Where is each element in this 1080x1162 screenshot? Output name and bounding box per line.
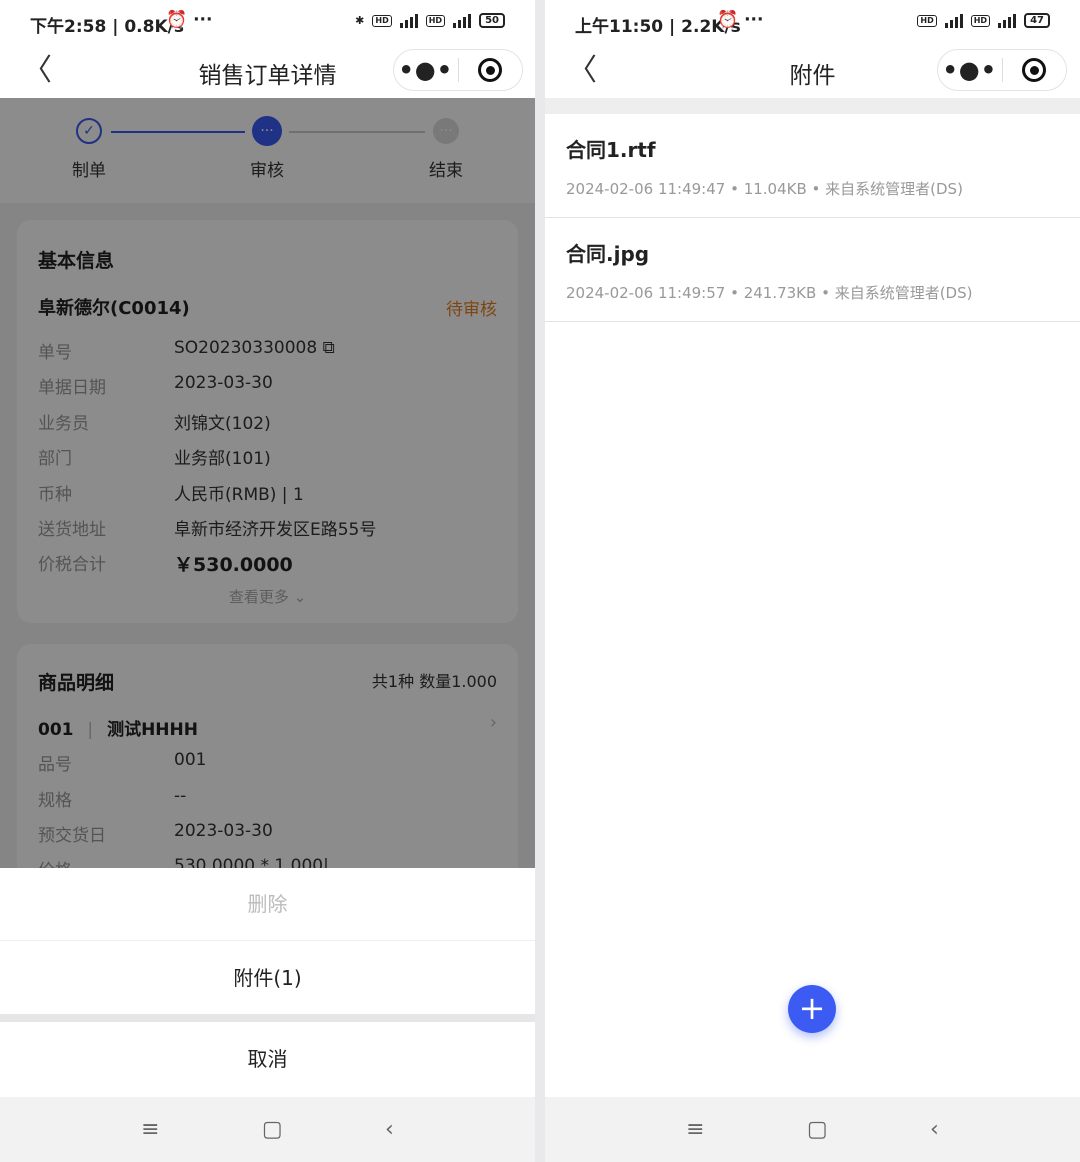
more-icon[interactable]: •●• [394,58,458,82]
attachment-meta: 2024-02-06 11:49:57 • 241.73KB • 来自系统管理者… [566,284,973,302]
signal-icon [399,13,418,28]
nav-bar: 〈 销售订单详情 •●• [0,46,535,98]
bluetooth-icon: ✱ [355,14,365,27]
alarm-icon: ⏰ ··· [166,10,213,30]
more-icon[interactable]: •●• [938,58,1002,82]
attachment-name: 合同.jpg [566,242,650,266]
delete-button[interactable]: 删除 [0,868,535,941]
cancel-button[interactable]: 取消 [0,1022,535,1097]
miniprogram-capsule: •●• [937,49,1067,91]
alarm-icon: ⏰ ··· [717,10,764,30]
status-bar: 下午2:58 | 0.8K/s ⏰ ··· ✱ HD HD 50 [0,0,535,46]
attachment-name: 合同1.rtf [566,138,656,162]
attachment-button[interactable]: 附件(1) [0,942,535,1014]
target-icon [1022,58,1047,82]
hd-icon: HD [917,14,937,27]
add-attachment-button[interactable]: + [788,985,836,1033]
modal-backdrop[interactable] [0,98,535,868]
close-miniprogram-button[interactable] [459,58,523,82]
home-icon[interactable]: ▢ [807,1117,828,1142]
action-sheet: 删除 附件(1) 取消 [0,868,535,1097]
sales-order-detail-screen: 下午2:58 | 0.8K/s ⏰ ··· ✱ HD HD 50 〈 销售订单详… [0,0,535,1162]
attachment-item[interactable]: 合同1.rtf 2024-02-06 11:49:47 • 11.04KB • … [545,114,1080,218]
system-nav-bar: ≡ ▢ ‹ [545,1097,1080,1162]
back-nav-icon[interactable]: ‹ [930,1117,939,1142]
nav-bar: 〈 附件 •●• [545,46,1080,98]
signal-icon [453,13,472,28]
status-time: 下午2:58 | 0.8K/s [30,17,184,37]
back-nav-icon[interactable]: ‹ [385,1117,394,1142]
battery-icon: 47 [1024,13,1050,28]
home-icon[interactable]: ▢ [262,1117,283,1142]
attachment-item[interactable]: 合同.jpg 2024-02-06 11:49:57 • 241.73KB • … [545,218,1080,322]
status-bar: 上午11:50 | 2.2K/s ⏰ ··· HD HD 47 [545,0,1080,46]
target-icon [478,58,503,82]
battery-icon: 50 [479,13,505,28]
status-time: 上午11:50 | 2.2K/s [575,17,741,37]
attachment-meta: 2024-02-06 11:49:47 • 11.04KB • 来自系统管理者(… [566,180,963,198]
attachments-screen: 上午11:50 | 2.2K/s ⏰ ··· HD HD 47 〈 附件 •●•… [545,0,1080,1162]
hd-icon: HD [372,14,392,27]
signal-icon [998,13,1017,28]
miniprogram-capsule: •●• [393,49,523,91]
menu-icon[interactable]: ≡ [141,1117,159,1142]
attachment-list: 合同1.rtf 2024-02-06 11:49:47 • 11.04KB • … [545,98,1080,1097]
system-nav-bar: ≡ ▢ ‹ [0,1097,535,1162]
close-miniprogram-button[interactable] [1003,58,1067,82]
hd-icon: HD [970,14,991,27]
menu-icon[interactable]: ≡ [686,1117,704,1142]
signal-icon [944,13,963,28]
hd-icon: HD [425,14,446,27]
